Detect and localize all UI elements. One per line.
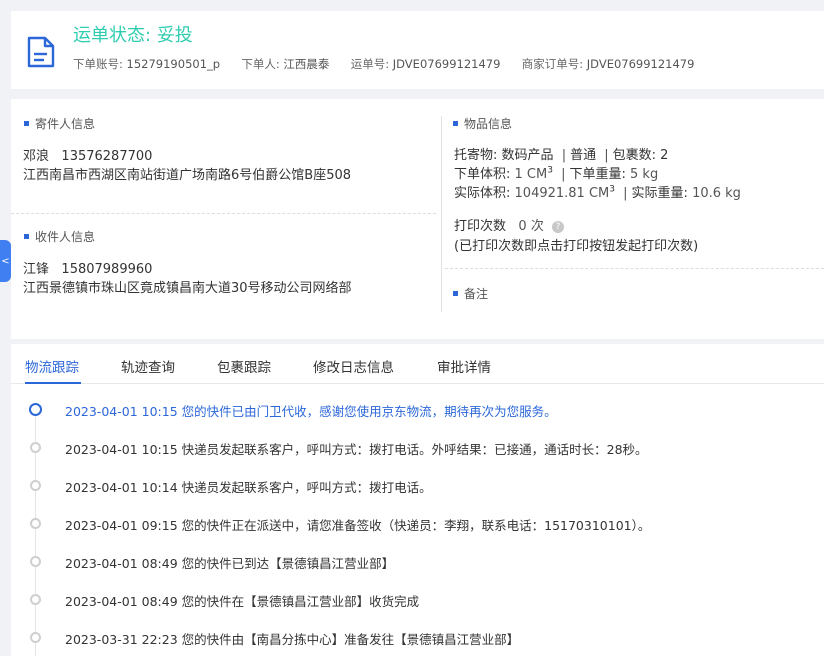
timeline-item: 2023-04-01 10:14 快递员发起联系客户，呼叫方式：拨打电话。	[65, 480, 432, 495]
sender-name: 邓浪	[23, 149, 50, 164]
timeline-item: 2023-04-01 08:49 您的快件已到达【景德镇昌江营业部】	[65, 556, 395, 571]
sender-address: 江西南昌市西湖区南站街道广场南路6号伯爵公馆B座508	[23, 168, 352, 183]
timeline-dot	[30, 480, 41, 491]
orderer-label: 下单人:	[241, 57, 280, 71]
tracking-panel: 物流跟踪 轨迹查询 包裹跟踪 修改日志信息 审批详情 2023-04-01 10…	[11, 344, 824, 656]
tab-logistics-tracking[interactable]: 物流跟踪	[25, 356, 79, 376]
orderer-value: 江西晨泰	[283, 57, 330, 71]
receiver-phone: 15807989960	[61, 262, 153, 277]
goods-cargo-row: 托寄物: 数码产品 | 普通 | 包裹数: 2	[454, 148, 669, 163]
tab-package-tracking[interactable]: 包裹跟踪	[217, 356, 271, 376]
service-value: 普通	[570, 148, 597, 163]
waybill-header: 运单状态: 妥投 下单账号: 15279190501_p 下单人: 江西晨泰 运…	[11, 11, 824, 89]
timeline-dot	[30, 632, 41, 643]
print-count-row: 打印次数 0 次 ?	[454, 215, 564, 234]
account-value: 15279190501_p	[126, 57, 221, 71]
timeline-item: 2023-03-31 22:23 您的快件由【南昌分拣中心】准备发往【景德镇昌江…	[65, 632, 520, 647]
timeline-item: 2023-04-01 08:49 您的快件在【景德镇昌江营业部】收货完成	[65, 594, 420, 609]
divider	[445, 268, 824, 269]
status-label: 运单状态:	[73, 25, 152, 46]
order-volume-label: 下单体积:	[454, 167, 511, 182]
chevron-left-icon[interactable]: <	[0, 240, 11, 282]
tab-approval-details[interactable]: 审批详情	[437, 356, 491, 376]
merchant-order-label: 商家订单号:	[521, 57, 584, 71]
timeline-dot	[30, 518, 41, 529]
goods-title: 物品信息	[453, 115, 512, 132]
timeline-dot-active	[29, 403, 42, 416]
timeline-item: 2023-04-01 10:15 快递员发起联系客户，呼叫方式：拨打电话。外呼结…	[65, 442, 648, 457]
status-value: 妥投	[156, 25, 193, 46]
column-divider	[441, 116, 442, 312]
actual-weight-value: 10.6 kg	[692, 186, 741, 201]
help-icon[interactable]: ?	[551, 220, 564, 233]
timeline-dot	[30, 556, 41, 567]
divider	[11, 213, 436, 214]
print-count: 0 次	[518, 219, 544, 234]
order-weight-label: 下单重量:	[569, 167, 626, 182]
package-label: 包裹数:	[612, 148, 657, 163]
timeline-item: 2023-04-01 09:15 您的快件正在派送中，请您准备签收（快递员：李翔…	[65, 518, 651, 533]
sender-phone: 13576287700	[61, 149, 153, 164]
tab-track-query[interactable]: 轨迹查询	[121, 356, 175, 376]
remark-title: 备注	[453, 285, 488, 302]
goods-actual-row: 实际体积: 104921.81 CM3 | 实际重量: 10.6 kg	[454, 184, 741, 201]
cargo-label: 托寄物:	[454, 148, 498, 163]
waybill-no-value: JDVE07699121479	[392, 57, 501, 71]
receiver-address: 江西景德镇市珠山区竟成镇昌南大道30号移动公司网络部	[23, 281, 352, 296]
timeline-dot	[30, 442, 41, 453]
package-count: 2	[660, 148, 669, 163]
print-label: 打印次数	[454, 219, 507, 234]
document-icon	[27, 36, 55, 68]
sender-title: 寄件人信息	[24, 115, 95, 132]
cargo-value: 数码产品	[501, 148, 554, 163]
receiver-contact: 江锋 15807989960	[23, 258, 152, 277]
account-label: 下单账号:	[73, 57, 123, 71]
receiver-name: 江锋	[23, 262, 50, 277]
receiver-title: 收件人信息	[24, 228, 95, 245]
tab-bar: 物流跟踪 轨迹查询 包裹跟踪 修改日志信息 审批详情	[11, 344, 824, 384]
timeline-item: 2023-04-01 10:15 您的快件已由门卫代收，感谢您使用京东物流，期待…	[65, 404, 557, 419]
order-weight-value: 5 kg	[630, 167, 659, 182]
active-tab-indicator	[25, 382, 81, 384]
order-volume-superscript: 3	[547, 165, 553, 176]
actual-volume-label: 实际体积:	[454, 186, 511, 201]
sender-contact: 邓浪 13576287700	[23, 145, 152, 164]
actual-volume-value: 104921.81 CM	[514, 186, 610, 201]
print-hint: (已打印次数即点击打印按钮发起打印次数)	[454, 239, 699, 254]
merchant-order-value: JDVE07699121479	[586, 57, 695, 71]
waybill-meta: 下单账号: 15279190501_p 下单人: 江西晨泰 运单号: JDVE0…	[73, 56, 694, 72]
waybill-info: 寄件人信息 邓浪 13576287700 江西南昌市西湖区南站街道广场南路6号伯…	[11, 99, 824, 339]
waybill-no-label: 运单号:	[350, 57, 390, 71]
timeline-dot	[30, 594, 41, 605]
actual-weight-label: 实际重量:	[631, 186, 688, 201]
tab-change-log[interactable]: 修改日志信息	[313, 356, 394, 376]
order-volume-value: 1 CM	[514, 167, 548, 182]
actual-volume-superscript: 3	[609, 184, 615, 195]
goods-order-row: 下单体积: 1 CM3 | 下单重量: 5 kg	[454, 165, 659, 182]
waybill-status: 运单状态: 妥投	[73, 21, 193, 47]
